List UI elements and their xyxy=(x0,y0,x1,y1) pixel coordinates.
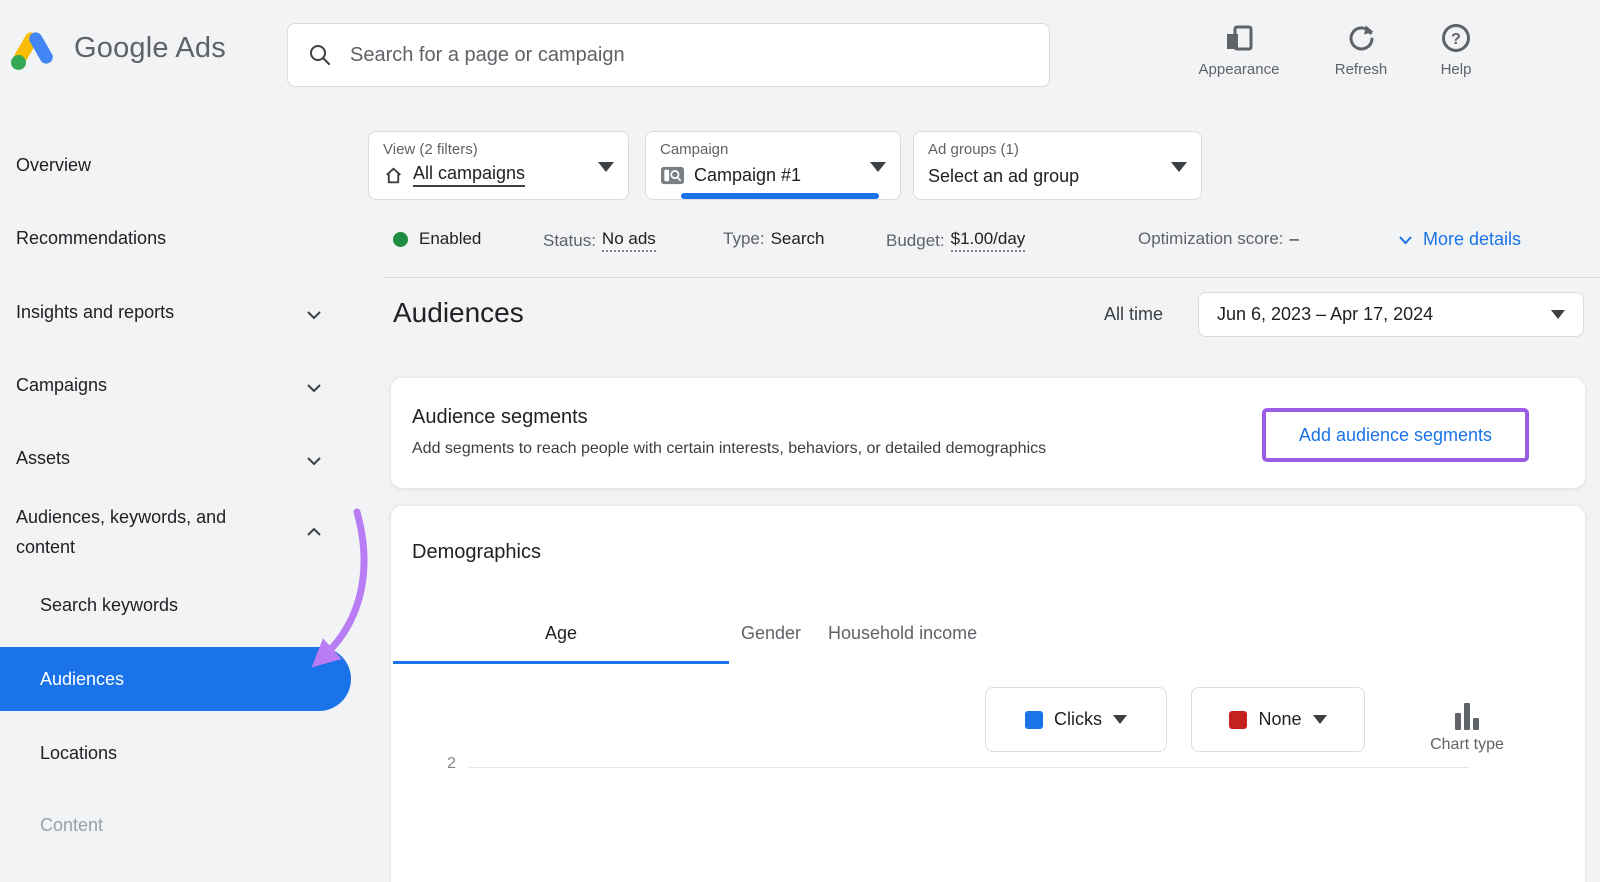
series-1-dropdown[interactable]: Clicks xyxy=(985,687,1167,752)
caret-down-icon xyxy=(1113,715,1127,724)
search-icon xyxy=(310,45,330,65)
sidebar-item-content[interactable]: Content xyxy=(40,814,103,836)
sidebar-item-audiences-label: Audiences xyxy=(40,668,125,689)
svg-text:?: ? xyxy=(1451,31,1461,48)
annotation-highlight-box: Add audience segments xyxy=(1262,408,1529,462)
series-1-color-swatch xyxy=(1025,710,1043,729)
audience-segments-subtitle: Add segments to reach people with certai… xyxy=(412,440,1047,457)
campaign-active-indicator xyxy=(681,193,879,199)
sidebar-item-audiences-keywords-content[interactable]: Audiences, keywords, and content xyxy=(16,502,256,562)
date-range-dropdown[interactable]: Jun 6, 2023 – Apr 17, 2024 xyxy=(1198,292,1584,337)
chevron-down-icon xyxy=(1399,235,1412,244)
tab-household-income[interactable]: Household income xyxy=(828,623,977,644)
caret-down-icon xyxy=(1171,162,1187,172)
enabled-dot-icon xyxy=(393,231,408,247)
series-1-value: Clicks xyxy=(1054,709,1102,729)
campaign-filter-dropdown[interactable]: Campaign Campaign #1 xyxy=(645,131,901,200)
chart-y-tick: 2 xyxy=(447,755,456,772)
help-icon: ? xyxy=(1406,20,1506,56)
caret-down-icon xyxy=(1312,715,1327,724)
home-icon xyxy=(386,167,401,183)
header-divider xyxy=(383,277,1600,278)
status-budget: Budget: $1.00/day xyxy=(886,229,1026,252)
bar-chart-icon xyxy=(1419,699,1515,730)
tab-gender[interactable]: Gender xyxy=(741,623,801,644)
sidebar-item-insights-and-reports[interactable]: Insights and reports xyxy=(16,301,174,323)
status-ads: Status: No ads xyxy=(543,229,656,252)
series-2-color-swatch xyxy=(1229,710,1248,729)
sidebar-item-recommendations[interactable]: Recommendations xyxy=(16,227,166,249)
chevron-up-icon xyxy=(306,524,322,542)
ad-groups-filter-value: Select an ad group xyxy=(928,166,1080,186)
google-ads-app: Google Ads Appearance Refresh xyxy=(0,0,1600,882)
refresh-label: Refresh xyxy=(1334,61,1388,78)
series-2-value: None xyxy=(1258,709,1302,729)
appearance-icon xyxy=(1169,20,1309,56)
sidebar-item-search-keywords[interactable]: Search keywords xyxy=(40,594,178,616)
ad-groups-filter-label: Ad groups (1) xyxy=(928,141,1019,158)
optimization-label: Optimization score: xyxy=(1138,229,1284,248)
help-button[interactable]: ? Help xyxy=(1406,20,1506,78)
chevron-down-icon xyxy=(306,307,322,325)
logo-text: Google Ads xyxy=(74,31,226,64)
optimization-value: – xyxy=(1289,229,1299,248)
refresh-icon xyxy=(1311,20,1411,56)
budget-label: Budget: xyxy=(886,230,945,250)
more-details-button[interactable]: More details xyxy=(1398,229,1521,250)
date-filter-label: All time xyxy=(1104,304,1164,324)
date-range-value: Jun 6, 2023 – Apr 17, 2024 xyxy=(1217,304,1434,324)
type-label: Type: xyxy=(723,229,765,248)
demographics-card: Demographics Age Gender Household income… xyxy=(390,505,1586,882)
sidebar-item-campaigns[interactable]: Campaigns xyxy=(16,374,107,396)
ad-groups-filter-dropdown[interactable]: Ad groups (1) Select an ad group xyxy=(913,131,1202,200)
appearance-button[interactable]: Appearance xyxy=(1169,20,1309,78)
status-label: Status: xyxy=(543,230,596,250)
tab-age[interactable]: Age xyxy=(391,623,731,644)
budget-value[interactable]: $1.00/day xyxy=(950,229,1026,252)
campaign-filter-label: Campaign xyxy=(660,141,729,158)
caret-down-icon xyxy=(870,162,886,172)
appearance-label: Appearance xyxy=(1198,61,1280,78)
active-tab-indicator xyxy=(393,661,729,664)
sidebar-item-assets[interactable]: Assets xyxy=(16,447,70,469)
google-ads-logo[interactable]: Google Ads xyxy=(10,24,226,72)
chart-gridline xyxy=(469,767,1469,768)
global-search[interactable] xyxy=(287,23,1050,87)
google-ads-logo-icon xyxy=(11,32,53,70)
chart-type-label: Chart type xyxy=(1430,736,1504,753)
view-filter-label: View (2 filters) xyxy=(383,141,478,158)
enabled-label: Enabled xyxy=(419,229,482,248)
caret-down-icon xyxy=(598,162,614,172)
status-value[interactable]: No ads xyxy=(601,229,656,252)
campaign-icon xyxy=(661,166,684,185)
type-value: Search xyxy=(770,229,825,248)
sidebar-item-overview[interactable]: Overview xyxy=(16,154,91,176)
caret-down-icon xyxy=(1551,310,1565,319)
audience-segments-card: Audience segments Add segments to reach … xyxy=(390,377,1586,489)
view-filter-value: All campaigns xyxy=(413,163,526,187)
status-type: Type: Search xyxy=(723,229,824,249)
status-optimization: Optimization score: – xyxy=(1138,229,1299,249)
series-2-dropdown[interactable]: None xyxy=(1191,687,1365,752)
campaign-filter-value: Campaign #1 xyxy=(694,165,802,185)
add-audience-segments-button[interactable]: Add audience segments xyxy=(1299,425,1492,446)
more-details-label: More details xyxy=(1423,229,1522,249)
sidebar-item-locations[interactable]: Locations xyxy=(40,742,117,764)
search-input[interactable] xyxy=(348,42,1029,68)
refresh-button[interactable]: Refresh xyxy=(1311,20,1411,78)
view-filter-dropdown[interactable]: View (2 filters) All campaigns xyxy=(368,131,629,200)
chevron-down-icon xyxy=(306,380,322,398)
help-label: Help xyxy=(1440,61,1472,78)
audience-segments-title: Audience segments xyxy=(412,406,588,428)
demographics-title: Demographics xyxy=(412,541,541,563)
status-enabled: Enabled xyxy=(393,229,481,249)
sidebar-item-audiences-active[interactable]: Audiences xyxy=(0,647,351,711)
page-title: Audiences xyxy=(393,297,524,328)
chevron-down-icon xyxy=(306,453,322,471)
chart-type-button[interactable]: Chart type xyxy=(1419,699,1515,754)
